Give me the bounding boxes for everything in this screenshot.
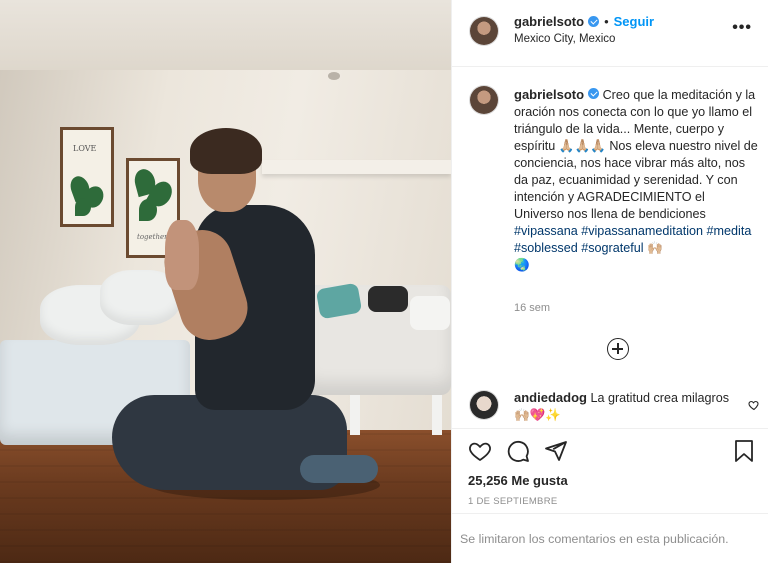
more-options-icon[interactable]: ••• [732,20,752,36]
author-username[interactable]: gabrielsoto [514,14,584,29]
praying-hands [165,220,199,290]
load-more-comments-icon[interactable] [607,338,629,360]
comment-text-block: andiedadog La gratitud crea milagros 🙌🏼💖… [514,389,734,424]
commenter-avatar[interactable] [470,391,498,419]
caption-time-ago: 16 sem [514,302,551,314]
post-location[interactable]: Mexico City, Mexico [514,33,615,45]
verified-badge-icon [588,88,600,99]
instagram-post: LOVE together gabrielsoto • Seguir Mexic… [0,0,768,563]
wall-shelf [262,160,451,174]
post-photo[interactable]: LOVE together [0,0,451,563]
sofa-cushion [368,286,408,312]
sofa-cushion [410,296,450,330]
like-comment-heart-icon[interactable] [748,399,760,411]
caption-text-block: gabrielsoto Creo que la meditación y la … [514,86,758,274]
sofa-leg [350,395,360,435]
post-actions-bar: 25,256 Me gusta 1 DE SEPTIEMBRE [452,428,768,507]
post-side-panel: gabrielsoto • Seguir Mexico City, Mexico… [451,0,768,563]
follow-button[interactable]: Seguir [614,14,654,29]
man-hair [190,128,262,174]
caption-author-avatar[interactable] [470,86,498,114]
verified-badge-icon [588,16,600,27]
sofa-leg [432,395,442,435]
man-foot [300,455,378,483]
comment-bubble-icon[interactable] [506,439,530,463]
share-paper-plane-icon[interactable] [544,439,568,463]
caption-username[interactable]: gabrielsoto [514,87,584,102]
action-icons [468,439,568,463]
caption-text: Creo que la meditación y la oración nos … [514,88,758,221]
header-separator: • [604,14,609,29]
caption-trailing-emoji: 🌏 [514,258,530,272]
author-avatar[interactable] [470,17,498,45]
commenter-username[interactable]: andiedadog [514,390,587,405]
ceiling-lamp [328,72,340,80]
comments-limited-notice: Se limitaron los comentarios en esta pub… [460,532,729,546]
post-header: gabrielsoto • Seguir Mexico City, Mexico… [452,0,768,67]
frame-leaf [75,198,91,216]
comments-footer: Se limitaron los comentarios en esta pub… [452,513,768,564]
photo-ceiling [0,0,451,70]
caption-hashtag-emoji: 🙌🏼 [647,241,663,255]
post-date: 1 DE SEPTIEMBRE [468,496,558,507]
frame-love-text: LOVE [73,144,97,153]
header-author-line: gabrielsoto • Seguir [514,14,654,29]
like-count[interactable]: 25,256 Me gusta [468,473,568,488]
like-heart-icon[interactable] [468,439,492,463]
frame-leaf [139,199,157,221]
frame-together-text: together [137,233,168,241]
save-bookmark-icon[interactable] [733,439,755,463]
caption-hashtags[interactable]: #vipassana #vipassanameditation #medita … [514,224,751,255]
wall-frame-love: LOVE [60,127,114,227]
